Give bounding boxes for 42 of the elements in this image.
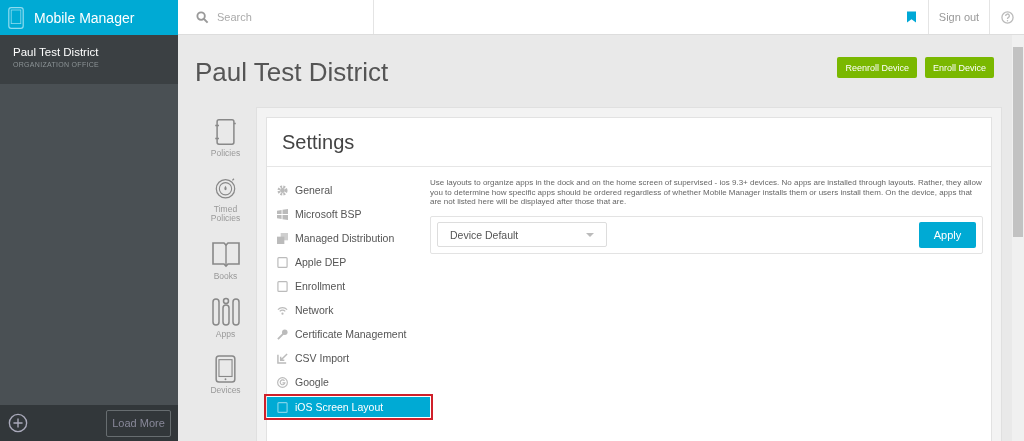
stack-icon	[277, 232, 288, 244]
windows-icon	[277, 208, 288, 220]
import-icon	[277, 352, 288, 364]
tablet-icon	[277, 401, 288, 413]
settings-item[interactable]: Network	[267, 300, 430, 320]
tablet-icon	[8, 5, 24, 30]
scrollbar[interactable]	[1012, 35, 1024, 441]
nav-label: Timed Policies	[209, 205, 242, 223]
settings-item[interactable]: Certificate Management	[267, 324, 430, 344]
add-icon[interactable]	[8, 413, 28, 433]
settings-item[interactable]: Enrollment	[267, 276, 430, 296]
layout-dropdown[interactable]: Device Default	[437, 222, 607, 247]
tablet-icon	[277, 256, 288, 268]
nav-label: Books	[213, 272, 238, 281]
tablet-icon	[214, 355, 237, 383]
gear-icon	[277, 184, 288, 196]
nav-label: Apps	[215, 330, 236, 339]
settings-item[interactable]: Apple DEP	[267, 252, 430, 272]
notebook-icon	[214, 118, 237, 146]
help-icon[interactable]	[1000, 10, 1014, 24]
utensils-icon	[210, 297, 241, 327]
settings-title: Settings	[267, 118, 991, 167]
settings-item[interactable]: CSV Import	[267, 348, 430, 368]
settings-item[interactable]: General	[267, 180, 430, 200]
book-icon	[210, 239, 241, 269]
app-title: Mobile Manager	[34, 9, 135, 26]
settings-item[interactable]: Microsoft BSP	[267, 204, 430, 224]
search-icon	[196, 10, 209, 24]
load-more-button[interactable]: Load More	[106, 409, 171, 437]
settings-item[interactable]: Google	[267, 372, 430, 392]
page-title: Paul Test District	[195, 55, 389, 88]
settings-item[interactable]: Managed Distribution	[267, 228, 430, 248]
bookmark-icon[interactable]	[906, 11, 916, 23]
nav-label: Devices	[210, 386, 241, 395]
key-icon	[277, 328, 288, 340]
nav-label: Policies	[210, 149, 241, 158]
description-text: Use layouts to organize apps in the dock and on the home screen of supervised - ios 9.3+ devices. No apps are installed through layouts. Rather, they allow you to determine how specific apps should be ordered regardless of whether Mobile Manager installs them or users install them. On the device, apps that are not listed here will be displayed after those that are.	[430, 178, 983, 207]
tablet-icon	[277, 280, 288, 292]
scrollbar-thumb[interactable]	[1013, 47, 1023, 237]
caret-icon	[586, 232, 594, 237]
google-icon	[277, 376, 288, 388]
wifi-icon	[277, 304, 288, 316]
